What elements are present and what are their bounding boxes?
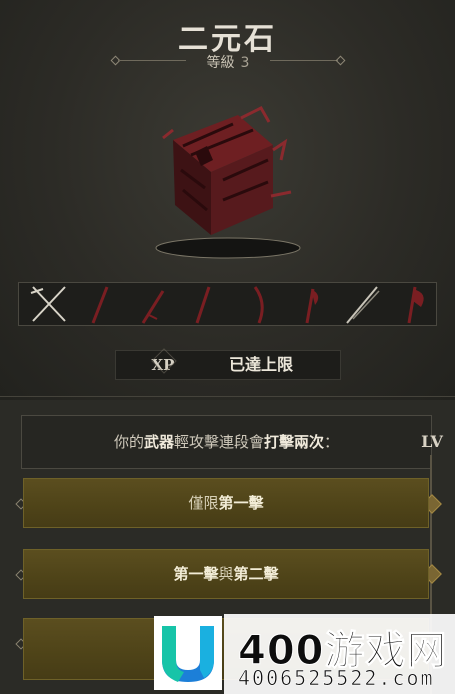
greataxe-icon <box>389 283 441 325</box>
opt1-emph: 第一擊 <box>218 494 264 512</box>
dualstone-cube-icon <box>143 100 313 260</box>
section-divider <box>0 396 455 397</box>
description-text: 你的武器輕攻擊連段會打擊兩次： <box>22 416 431 468</box>
sword-icon <box>129 283 181 325</box>
desc-weapon: 武器 <box>143 433 174 451</box>
opt2-emph2: 第二擊 <box>233 565 279 583</box>
lv-icon: LV <box>417 430 447 454</box>
option-first-hit-only[interactable]: 僅限第一擊 <box>23 478 429 528</box>
bow-icon <box>233 283 285 325</box>
axe-icon <box>285 283 337 325</box>
ornament-line-right <box>270 60 338 61</box>
desc-suffix: ： <box>324 433 340 451</box>
lv-label: LV <box>421 432 443 451</box>
xp-icon: XP <box>146 348 180 376</box>
option-label: 僅限第一擊 <box>24 479 428 527</box>
item-level: 等級 3 <box>112 52 344 72</box>
level-value: 3 <box>240 55 250 71</box>
opt2-emph: 第一擊 <box>173 565 219 583</box>
desc-mid: 輕攻擊連段會 <box>173 433 264 451</box>
level-row: 等級 3 <box>110 52 346 72</box>
opt2-mid: 與 <box>218 565 234 583</box>
description-box: 你的武器輕攻擊連段會打擊兩次： <box>21 415 432 469</box>
option-first-and-second-hit[interactable]: 第一擊與第二擊 <box>23 549 429 599</box>
xp-status: 已達上限 <box>228 355 293 374</box>
spear-icon <box>77 283 129 325</box>
watermark-logo-icon <box>154 616 222 690</box>
twin-blades-icon <box>25 283 77 325</box>
option-label: 第一擊與第二擊 <box>24 550 428 598</box>
staff-icon <box>181 283 233 325</box>
desc-prefix: 你的 <box>113 433 144 451</box>
watermark: 400游戏网 4006525522.com <box>152 610 455 694</box>
watermark-phone: 4006525522.com <box>238 666 435 691</box>
desc-hit-twice: 打擊兩次 <box>264 433 325 451</box>
level-label: 等級 <box>206 55 235 71</box>
xp-bar: XP 已達上限 <box>115 348 341 380</box>
weapon-strip <box>18 282 437 326</box>
opt1-prefix: 僅限 <box>188 494 219 512</box>
crossbow-icon <box>337 283 389 325</box>
